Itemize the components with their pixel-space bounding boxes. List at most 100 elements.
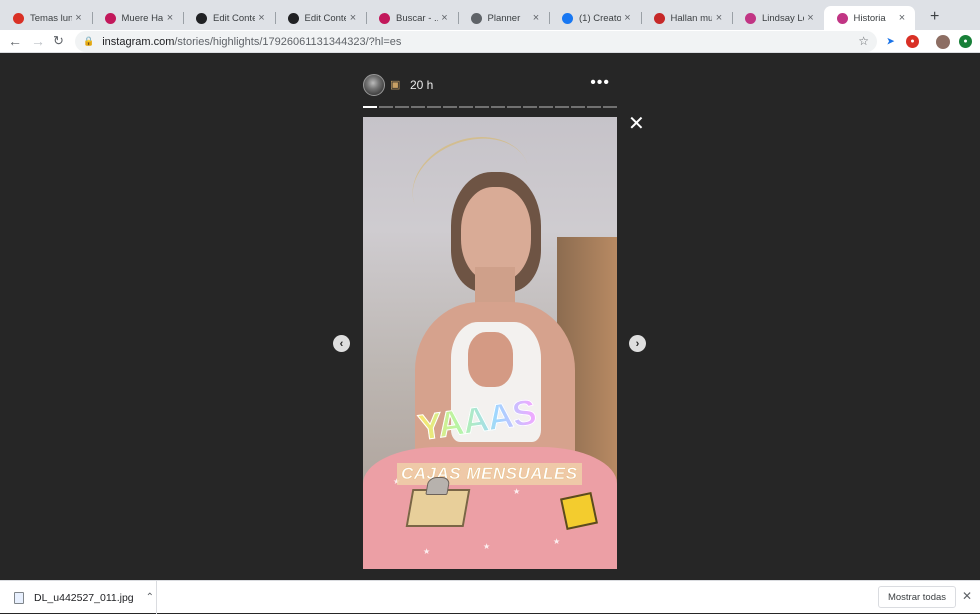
instagram-icon xyxy=(745,12,756,24)
download-bar: DL_u442527_011.jpg ⌃ Mostrar todas ✕ xyxy=(0,580,980,614)
close-tab-icon[interactable]: × xyxy=(529,12,543,24)
new-tab-button[interactable]: + xyxy=(930,8,939,26)
status-icon[interactable]: ● xyxy=(959,35,972,48)
browser-toolbar: ← → ↻ 🔒 instagram.com/stories/highlights… xyxy=(0,30,980,53)
tab-separator xyxy=(732,12,733,24)
tab-title: Temas lunes xyxy=(30,12,72,24)
more-options-icon[interactable]: ••• xyxy=(590,74,610,92)
close-tab-icon[interactable]: × xyxy=(895,12,909,24)
progress-segment xyxy=(443,106,457,108)
tab-title: (1) Creator S xyxy=(579,12,621,24)
bird-icon xyxy=(379,12,390,24)
star-pattern: ★ xyxy=(483,542,491,551)
star-pattern: ★ xyxy=(553,537,561,546)
address-bar[interactable]: 🔒 instagram.com/stories/highlights/17926… xyxy=(75,31,877,52)
tab-separator xyxy=(366,12,367,24)
url-text: instagram.com/stories/highlights/1792606… xyxy=(102,35,402,48)
gold-box-sticker xyxy=(560,492,598,530)
tab-separator xyxy=(91,12,93,24)
progress-segment xyxy=(507,106,521,108)
user-avatar[interactable] xyxy=(363,74,385,96)
close-tab-icon[interactable]: × xyxy=(712,12,726,24)
infinity-icon xyxy=(470,12,482,24)
forward-button[interactable]: → xyxy=(31,33,45,49)
next-story-button[interactable]: › xyxy=(629,335,646,352)
cat-sticker xyxy=(425,477,451,495)
progress-segment xyxy=(555,106,569,108)
tab-title: Historia xyxy=(853,12,886,24)
star-pattern: ★ xyxy=(423,547,431,556)
tab-title: Planner xyxy=(487,12,521,24)
instagram-icon xyxy=(836,12,848,24)
close-tab-icon[interactable]: × xyxy=(72,12,86,24)
tab-title: Edit Content xyxy=(304,12,347,24)
cat-in-box-sticker xyxy=(405,477,471,527)
close-icon[interactable]: ✕ xyxy=(628,114,645,134)
tab-strip: Temas lunes×Muere Harry×Edit Content×Edi… xyxy=(0,0,980,30)
close-tab-icon[interactable]: × xyxy=(163,12,177,24)
progress-segment xyxy=(427,106,441,108)
story-time: 20 h xyxy=(410,78,434,92)
chevron-left-icon: ‹ xyxy=(339,337,344,350)
story-header: ▣ 20 h ••• xyxy=(363,74,617,98)
story-image[interactable]: ★ ★ ★ ★ ★ ★ YAAAS CAJAS MENSUALES xyxy=(363,117,617,569)
profile-avatar[interactable] xyxy=(936,35,950,49)
download-item[interactable]: DL_u442527_011.jpg ⌃ xyxy=(0,581,157,614)
progress-segment xyxy=(539,106,553,108)
tab-title: Hallan muer xyxy=(670,12,713,24)
tab-title: Buscar - ...:C xyxy=(396,12,438,24)
file-icon xyxy=(14,591,24,604)
chevron-right-icon: › xyxy=(635,337,640,350)
previous-story-button[interactable]: ‹ xyxy=(333,335,350,352)
chevron-up-icon[interactable]: ⌃ xyxy=(146,592,154,603)
tab-2[interactable]: Edit Content× xyxy=(183,6,275,30)
progress-segment xyxy=(587,106,601,108)
tab-4[interactable]: Buscar - ...:C× xyxy=(366,6,458,30)
person-hands xyxy=(468,332,513,387)
progress-segment xyxy=(459,106,473,108)
news-icon xyxy=(653,12,665,24)
tab-6[interactable]: (1) Creator S× xyxy=(549,6,641,30)
bookmark-icon xyxy=(104,12,116,24)
story-progress xyxy=(363,106,617,108)
progress-segment xyxy=(363,106,377,108)
tab-3[interactable]: Edit Content× xyxy=(275,6,367,30)
tab-title: Lindsay Loh xyxy=(762,12,804,24)
close-tab-icon[interactable]: × xyxy=(804,12,818,24)
progress-segment xyxy=(571,106,585,108)
tab-separator xyxy=(183,12,184,24)
m-icon xyxy=(196,12,207,24)
tab-7[interactable]: Hallan muer× xyxy=(641,6,733,30)
package-icon: ▣ xyxy=(390,79,401,91)
tab-separator xyxy=(640,12,642,24)
progress-segment xyxy=(475,106,489,108)
tab-separator xyxy=(549,12,550,24)
back-button[interactable]: ← xyxy=(8,33,22,49)
tab-9[interactable]: Historia × xyxy=(823,6,915,30)
progress-segment xyxy=(379,106,393,108)
star-pattern: ★ xyxy=(513,487,521,496)
close-tab-icon[interactable]: × xyxy=(255,12,269,24)
close-tab-icon[interactable]: × xyxy=(346,12,360,24)
adblock-icon[interactable]: ● xyxy=(906,35,919,48)
m-icon xyxy=(287,12,299,24)
tab-separator xyxy=(274,12,276,24)
bookmark-star-icon[interactable]: ☆ xyxy=(858,34,869,48)
progress-segment xyxy=(603,106,617,108)
close-download-bar-icon[interactable]: ✕ xyxy=(962,589,972,603)
tab-separator xyxy=(457,12,459,24)
tab-0[interactable]: Temas lunes× xyxy=(0,6,92,30)
progress-segment xyxy=(395,106,409,108)
reload-button[interactable]: ↻ xyxy=(53,33,64,49)
tab-5[interactable]: Planner × xyxy=(458,6,550,30)
gmail-icon xyxy=(13,12,24,24)
progress-segment xyxy=(523,106,537,108)
tab-title: Muere Harry xyxy=(121,12,164,24)
extension-icon[interactable]: ➤ xyxy=(884,35,897,48)
show-all-button[interactable]: Mostrar todas xyxy=(878,586,956,608)
close-tab-icon[interactable]: × xyxy=(621,12,635,24)
tab-1[interactable]: Muere Harry× xyxy=(92,6,184,30)
download-file-name: DL_u442527_011.jpg xyxy=(34,591,134,604)
tab-8[interactable]: Lindsay Loh× xyxy=(732,6,824,30)
close-tab-icon[interactable]: × xyxy=(438,12,452,24)
